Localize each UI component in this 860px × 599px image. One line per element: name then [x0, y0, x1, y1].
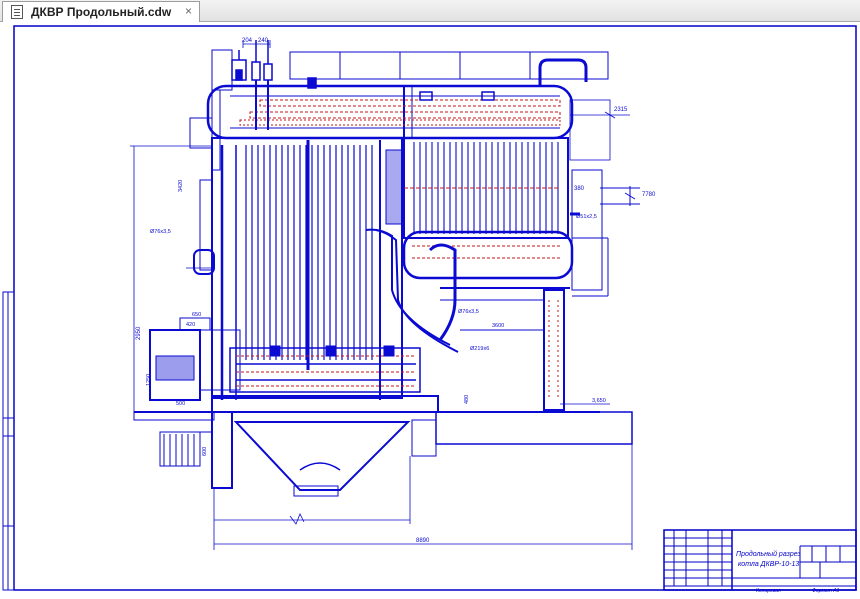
dim-1250: 1250: [146, 374, 152, 386]
dim-2315: 2315: [614, 107, 628, 113]
document-icon: [11, 5, 23, 19]
dim-600: 600: [202, 447, 208, 456]
dim-3650: 3,650: [592, 398, 606, 404]
dim-3420: 3420: [178, 180, 184, 192]
format-label: Формат А1: [812, 588, 840, 594]
callout-pipe-51: Ø51х2,5: [576, 214, 597, 220]
title-line-1: Продольный разрез: [736, 550, 802, 558]
dim-420: 420: [186, 322, 195, 328]
document-tab-title: ДКВР Продольный.cdw: [31, 5, 172, 19]
lower-drum: [365, 228, 574, 353]
callout-pipe-219: Ø219х6: [470, 346, 489, 352]
dim-2600: 3600: [492, 323, 504, 329]
upper-drum: [206, 84, 574, 140]
right-convective-bundle: [385, 137, 569, 239]
dim-480: 480: [464, 395, 470, 404]
bottom-dimension: [213, 444, 633, 550]
document-tab[interactable]: ДКВР Продольный.cdw ×: [2, 1, 200, 22]
dim-380: 380: [574, 186, 585, 192]
foundation: [133, 395, 633, 497]
dim-2950: 2950: [136, 326, 142, 340]
title-block: [663, 529, 857, 591]
dim-240: 240: [258, 38, 269, 44]
left-front-equipment: [130, 117, 241, 412]
dim-500: 500: [176, 401, 185, 407]
title-line-2: котла ДКВР-10-13: [738, 561, 799, 568]
close-icon[interactable]: ×: [182, 5, 195, 18]
document-tab-bar: ДКВР Продольный.cdw ×: [0, 0, 860, 22]
dim-204: 204: [242, 38, 253, 44]
dim-7780: 7780: [642, 192, 656, 198]
boiler-longitudinal-section-drawing: 204 240 2315 7780 380 Ø51х2,5 3600 Ø76х3…: [2, 25, 857, 594]
drawing-canvas[interactable]: 204 240 2315 7780 380 Ø51х2,5 3600 Ø76х3…: [0, 22, 860, 594]
callout-pipe-76b: Ø76х3,5: [458, 309, 479, 315]
sheet-frame: [2, 25, 857, 591]
dim-8890: 8890: [416, 538, 430, 544]
dim-650: 650: [192, 312, 201, 318]
callout-pipe-76: Ø76х3,5: [150, 229, 171, 235]
support-column: [440, 287, 570, 411]
copied-label: Копировал: [756, 588, 781, 594]
